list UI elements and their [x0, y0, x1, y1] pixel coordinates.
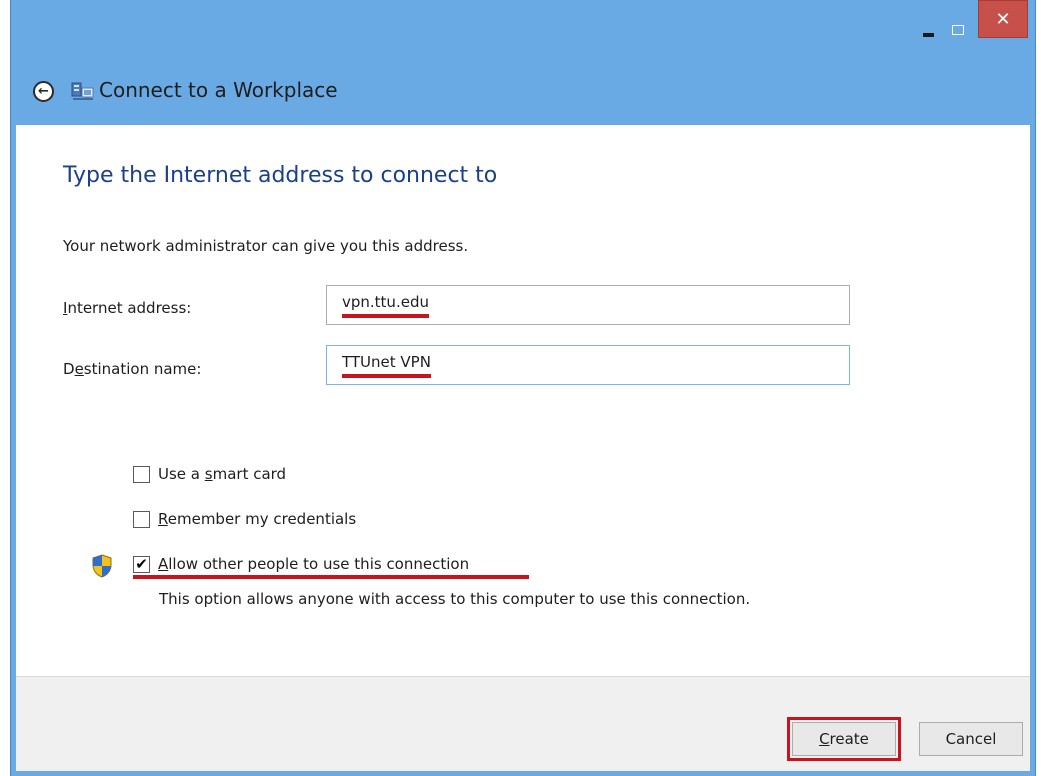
allow-others-description: This option allows anyone with access to… [159, 590, 751, 608]
window-title: Connect to a Workplace [99, 78, 338, 102]
minimize-icon [922, 33, 934, 37]
back-arrow-icon[interactable]: ← [33, 81, 54, 102]
internet-address-value: vpn.ttu.edu [342, 293, 429, 318]
destination-name-value: TTUnet VPN [342, 353, 431, 378]
instruction-text: Your network administrator can give you … [63, 237, 469, 255]
uac-shield-icon [92, 554, 112, 578]
dialog-footer: Create Cancel [16, 676, 1030, 771]
create-button[interactable]: Create [787, 717, 901, 761]
maximize-icon [952, 25, 964, 35]
minimize-button[interactable] [913, 12, 943, 48]
remember-credentials-checkbox[interactable] [133, 510, 150, 528]
destination-name-label: Destination name: [63, 360, 202, 378]
remember-credentials-label: Remember my credentials [158, 510, 357, 528]
close-button[interactable]: ✕ [978, 0, 1028, 38]
close-icon: ✕ [995, 8, 1011, 30]
cancel-button[interactable]: Cancel [919, 722, 1023, 756]
title-bar: ✕ ← Connect to a Workplace [11, 0, 1035, 125]
maximize-button[interactable] [943, 12, 973, 48]
dialog-window: ✕ ← Connect to a Workplace Type the Inte… [10, 0, 1036, 776]
allow-others-label: Allow other people to use this connectio… [158, 555, 470, 573]
page-heading: Type the Internet address to connect to [63, 163, 498, 188]
smart-card-checkbox[interactable] [133, 465, 150, 483]
nav-row: ← Connect to a Workplace [11, 60, 1035, 120]
destination-name-input[interactable]: TTUnet VPN [326, 345, 850, 385]
dialog-content: Type the Internet address to connect to … [16, 125, 1030, 676]
highlight-underline [133, 575, 529, 579]
allow-others-option[interactable]: ✔ Allow other people to use this connect… [133, 555, 469, 573]
internet-address-label: Internet address: [63, 299, 192, 317]
allow-others-checkbox[interactable]: ✔ [133, 555, 150, 573]
network-workplace-icon [71, 82, 94, 100]
internet-address-input[interactable]: vpn.ttu.edu [326, 285, 850, 325]
smart-card-label: Use a smart card [158, 465, 287, 483]
remember-credentials-option[interactable]: Remember my credentials [133, 510, 356, 528]
smart-card-option[interactable]: Use a smart card [133, 465, 286, 483]
